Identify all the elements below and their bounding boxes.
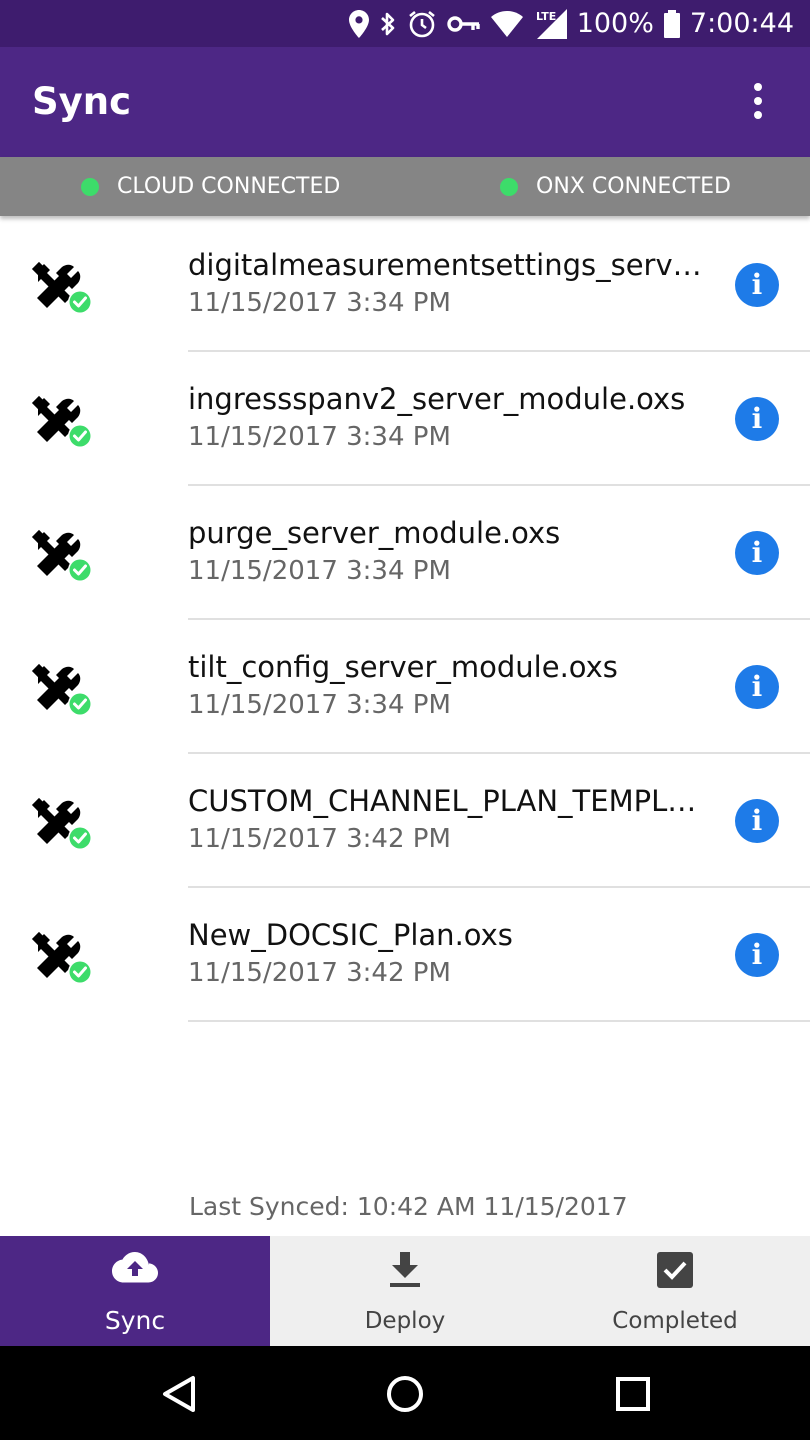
home-icon[interactable] — [383, 1372, 427, 1416]
info-icon[interactable]: i — [735, 531, 779, 575]
tools-check-icon — [31, 663, 92, 716]
last-synced-text: Last Synced: 10:42 AM 11/15/2017 — [189, 1192, 628, 1221]
bottom-navigation: Sync Deploy Completed — [0, 1236, 810, 1346]
info-icon[interactable]: i — [735, 263, 779, 307]
nav-tab-deploy[interactable]: Deploy — [270, 1236, 540, 1346]
location-icon — [348, 9, 369, 39]
info-icon[interactable]: i — [735, 933, 779, 977]
file-name: tilt_config_server_module.oxs — [188, 650, 618, 684]
info-icon[interactable]: i — [735, 397, 779, 441]
divider — [188, 1020, 810, 1022]
page-title: Sync — [32, 80, 132, 123]
file-name: CUSTOM_CHANNEL_PLAN_TEMPL… — [188, 784, 697, 818]
list-item[interactable]: purge_server_module.oxs 11/15/2017 3:34 … — [0, 486, 810, 620]
cloud-status-label: CLOUD CONNECTED — [117, 174, 341, 199]
file-date: 11/15/2017 3:34 PM — [188, 556, 451, 586]
info-icon[interactable]: i — [735, 665, 779, 709]
sync-file-list: digitalmeasurementsettings_server_… 11/1… — [0, 218, 810, 1022]
nav-label-completed: Completed — [612, 1308, 738, 1334]
recents-icon[interactable] — [611, 1372, 655, 1416]
cloud-connection-status: CLOUD CONNECTED — [81, 157, 340, 216]
tools-check-icon — [31, 261, 92, 314]
list-item[interactable]: tilt_config_server_module.oxs 11/15/2017… — [0, 620, 810, 754]
back-icon[interactable] — [157, 1372, 201, 1416]
battery-icon — [663, 9, 680, 39]
list-item[interactable]: CUSTOM_CHANNEL_PLAN_TEMPL… 11/15/2017 3:… — [0, 754, 810, 888]
list-item[interactable]: New_DOCSIC_Plan.oxs 11/15/2017 3:42 PM i — [0, 888, 810, 1022]
status-bar: LTE 100% 7:00:44 — [0, 0, 810, 47]
alarm-icon — [407, 9, 437, 39]
file-date: 11/15/2017 3:34 PM — [188, 422, 451, 452]
nav-tab-sync[interactable]: Sync — [0, 1236, 270, 1346]
nav-label-deploy: Deploy — [364, 1308, 446, 1334]
wifi-icon — [490, 9, 523, 39]
system-navigation-bar — [0, 1346, 810, 1440]
onx-status-dot-icon — [500, 177, 518, 196]
status-icons: LTE 100% 7:00:44 — [348, 0, 794, 47]
file-date: 11/15/2017 3:34 PM — [188, 690, 451, 720]
tools-check-icon — [31, 395, 92, 448]
onx-connection-status: ONX CONNECTED — [500, 157, 731, 216]
list-item[interactable]: ingressspanv2_server_module.oxs 11/15/20… — [0, 352, 810, 486]
battery-percent: 100% — [576, 8, 654, 39]
nav-label-sync: Sync — [104, 1306, 166, 1335]
cloud-upload-icon — [112, 1252, 158, 1283]
status-time: 7:00:44 — [689, 8, 794, 39]
connection-status-bar: CLOUD CONNECTED ONX CONNECTED — [0, 157, 810, 216]
file-date: 11/15/2017 3:42 PM — [188, 958, 451, 988]
cloud-status-dot-icon — [81, 177, 99, 196]
file-name: New_DOCSIC_Plan.oxs — [188, 918, 513, 952]
key-icon — [447, 9, 481, 39]
file-name: ingressspanv2_server_module.oxs — [188, 382, 686, 416]
overflow-menu-icon[interactable] — [748, 83, 768, 121]
file-name: digitalmeasurementsettings_server_… — [188, 248, 718, 282]
download-icon — [390, 1252, 420, 1287]
checkbox-checked-icon — [657, 1252, 693, 1288]
tools-check-icon — [31, 931, 92, 984]
nav-tab-completed[interactable]: Completed — [540, 1236, 810, 1346]
file-date: 11/15/2017 3:34 PM — [188, 288, 451, 318]
onx-status-label: ONX CONNECTED — [536, 174, 731, 199]
tools-check-icon — [31, 797, 92, 850]
bluetooth-icon — [379, 9, 397, 39]
lte-signal-icon: LTE — [533, 8, 567, 39]
file-name: purge_server_module.oxs — [188, 516, 561, 550]
info-icon[interactable]: i — [735, 799, 779, 843]
tools-check-icon — [31, 529, 92, 582]
list-item[interactable]: digitalmeasurementsettings_server_… 11/1… — [0, 218, 810, 352]
app-bar: Sync — [0, 47, 810, 157]
network-type-label: LTE — [536, 10, 556, 23]
file-date: 11/15/2017 3:42 PM — [188, 824, 451, 854]
